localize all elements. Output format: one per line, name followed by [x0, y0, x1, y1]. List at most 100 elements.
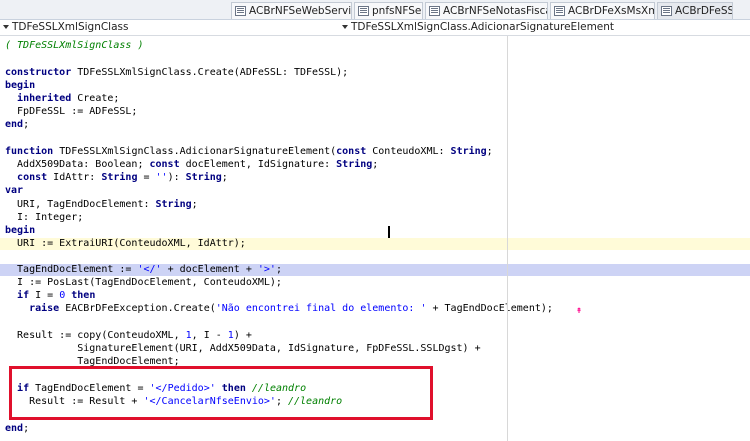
tab-acbrdfessl[interactable]: ACBrDFeSSL — [657, 2, 733, 19]
code-token: ; — [275, 264, 282, 275]
code-token: String — [336, 159, 373, 170]
code-line: inherited Create; — [5, 93, 119, 105]
chevron-down-icon[interactable] — [342, 25, 348, 29]
code-token: Create; — [71, 93, 120, 104]
text-cursor — [388, 226, 390, 238]
code-token: , I - — [191, 330, 228, 341]
code-token: String — [155, 199, 192, 210]
code-token: ) + — [233, 330, 252, 341]
code-token: then — [71, 290, 96, 301]
file-icon — [661, 6, 672, 16]
code-line: ( TDFeSSLXmlSignClass ) — [5, 40, 143, 52]
code-token: String — [185, 172, 222, 183]
code-line: FpDFeSSL := ADFeSSL; — [5, 106, 137, 118]
code-token: ; — [191, 199, 198, 210]
tab-label: ACBrNFSeNotasFiscais — [443, 5, 547, 17]
code-token: I: Integer; — [5, 212, 84, 223]
tab-label: ACBrDFeSSL — [675, 5, 732, 17]
code-line: if I = 0 then — [5, 290, 95, 302]
code-token: String — [101, 172, 138, 183]
code-token: URI := ExtraiURI(ConteudoXML, IdAttr); — [5, 238, 246, 249]
method-selector[interactable]: TDFeSSLXmlSignClass.AdicionarSignatureEl… — [351, 21, 614, 33]
code-line: SignatureElement(URI, AddX509Data, IdSig… — [5, 343, 481, 355]
code-token: docElement, IdSignature: — [179, 159, 337, 170]
code-token: '' — [155, 172, 168, 183]
code-token: EACBrDFeException.Create( — [59, 303, 216, 314]
code-token: if — [17, 290, 30, 301]
code-token: Result := copy(ConteudoXML, — [5, 330, 186, 341]
code-token: FpDFeSSL := ADFeSSL; — [5, 106, 138, 117]
tab-label: ACBrNFSeWebServices — [249, 5, 352, 17]
code-token: ; — [23, 423, 30, 434]
code-token: ): — [167, 172, 186, 183]
code-token: ; — [486, 146, 493, 157]
code-token: TagEndDocElement := — [5, 264, 138, 275]
tab-acbrdfexsmsxml[interactable]: ACBrDFeXsMsXml — [550, 2, 655, 19]
file-icon — [429, 6, 440, 16]
code-token: begin — [5, 225, 36, 236]
tab-acbrnfsenotasfiscais[interactable]: ACBrNFSeNotasFiscais — [425, 2, 548, 19]
tab-pnfsnfseg[interactable]: pnfsNFSeG — [354, 2, 423, 19]
code-token: ( TDFeSSLXmlSignClass ) — [5, 40, 144, 51]
code-line: TagEndDocElement := '</' + docElement + … — [5, 264, 282, 276]
code-token: String — [450, 146, 487, 157]
code-line: I: Integer; — [5, 212, 83, 224]
code-line: end; — [5, 423, 29, 435]
code-token: TDFeSSLXmlSignClass.Create(ADFeSSL: TDFe… — [71, 67, 349, 78]
code-token: constructor — [5, 67, 72, 78]
code-line: var — [5, 185, 23, 197]
code-token: '>' — [257, 264, 276, 275]
chevron-down-icon[interactable] — [3, 25, 9, 29]
class-selector[interactable]: TDFeSSLXmlSignClass — [12, 21, 128, 33]
code-token: ; — [372, 159, 379, 170]
code-token: ; — [23, 119, 30, 130]
code-line: URI, TagEndDocElement: String; — [5, 199, 198, 211]
code-token: const — [17, 172, 48, 183]
file-icon — [235, 6, 246, 16]
annotation-highlight-box — [9, 366, 433, 420]
code-token: I := PosLast(TagEndDocElement, ConteudoX… — [5, 277, 282, 288]
file-tab-bar: ACBrNFSeWebServices pnfsNFSeG ACBrNFSeNo… — [0, 0, 750, 20]
code-token: = — [137, 172, 156, 183]
code-token: I = — [29, 290, 60, 301]
code-line: function TDFeSSLXmlSignClass.AdicionarSi… — [5, 146, 493, 158]
code-token: begin — [5, 80, 36, 91]
code-token: inherited — [17, 93, 72, 104]
code-token: 'Não encontrei final do elemento: ' — [215, 303, 427, 314]
code-navigation-bar: TDFeSSLXmlSignClass TDFeSSLXmlSignClass.… — [0, 20, 750, 36]
code-token: end — [5, 423, 24, 434]
tab-acbrnfsewebservices[interactable]: ACBrNFSeWebServices — [231, 2, 352, 19]
code-token: var — [5, 185, 24, 196]
code-token: SignatureElement(URI, AddX509Data, IdSig… — [5, 343, 481, 354]
code-token: + docElement + — [161, 264, 258, 275]
code-line: constructor TDFeSSLXmlSignClass.Create(A… — [5, 67, 348, 79]
code-line: URI := ExtraiURI(ConteudoXML, IdAttr); — [5, 238, 246, 250]
tab-label: ACBrDFeXsMsXml — [568, 5, 655, 17]
code-token: end — [5, 119, 24, 130]
code-line: AddX509Data: Boolean; const docElement, … — [5, 159, 378, 171]
code-token: const — [149, 159, 180, 170]
code-token: ; — [221, 172, 228, 183]
code-line: raise EACBrDFeException.Create('Não enco… — [5, 303, 553, 315]
code-token: AddX509Data: Boolean; — [5, 159, 150, 170]
code-token: URI, TagEndDocElement: — [5, 199, 156, 210]
code-token: function — [5, 146, 54, 157]
code-line: const IdAttr: String = ''): String; — [5, 172, 228, 184]
code-line: end; — [5, 119, 29, 131]
file-icon — [554, 6, 565, 16]
code-token: + TagEndDocElement); — [426, 303, 553, 314]
file-icon — [358, 6, 369, 16]
code-token: '</' — [137, 264, 162, 275]
code-token: const — [336, 146, 367, 157]
code-token: TDFeSSLXmlSignClass.AdicionarSignatureEl… — [53, 146, 337, 157]
tab-label: pnfsNFSeG — [372, 5, 422, 17]
bookmark-icon: ↟ — [576, 305, 583, 316]
code-line: begin — [5, 225, 35, 237]
right-margin-line — [507, 36, 508, 441]
code-line: I := PosLast(TagEndDocElement, ConteudoX… — [5, 277, 282, 289]
code-token: ConteudoXML: — [366, 146, 451, 157]
